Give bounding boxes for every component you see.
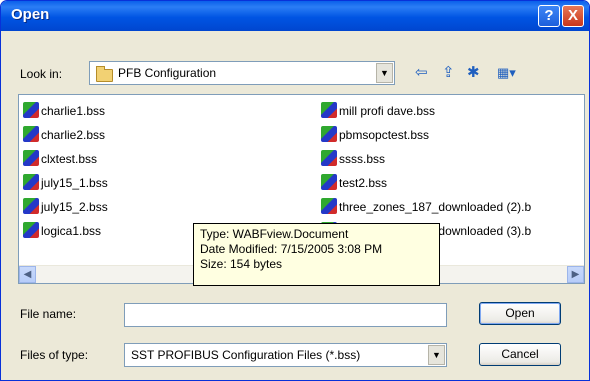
open-button[interactable]: Open [479, 302, 561, 325]
files-of-type-dropdown-arrow[interactable]: ▼ [428, 345, 445, 365]
document-icon [23, 174, 39, 190]
list-item-label: three_zones_187_downloaded (2).b [339, 200, 532, 214]
view-menu-icon[interactable]: ▦▾ [497, 65, 516, 81]
scroll-left-button[interactable]: ◀ [19, 266, 36, 283]
look-in-dropdown-arrow[interactable]: ▼ [376, 63, 393, 83]
up-one-level-icon[interactable]: ⇪ [442, 65, 455, 81]
list-item-label: july15_2.bss [41, 200, 108, 214]
document-icon [321, 126, 337, 142]
document-icon [23, 222, 39, 238]
list-item[interactable]: three_zones_187_downloaded (2).b [321, 198, 531, 216]
list-item[interactable]: pbmsopctest.bss [321, 126, 429, 144]
list-item-label: charlie1.bss [41, 104, 106, 118]
list-item[interactable]: july15_1.bss [23, 174, 108, 192]
open-dialog: Open ? X Look in: PFB Configuration ▼ ⇦ … [0, 0, 590, 381]
create-new-folder-icon[interactable]: ✱ [467, 65, 480, 81]
look-in-label: Look in: [20, 67, 63, 81]
document-icon [321, 150, 337, 166]
document-icon [23, 198, 39, 214]
list-item-label: ssss.bss [339, 152, 386, 166]
dialog-title: Open [11, 6, 50, 23]
files-of-type-label: Files of type: [20, 348, 89, 362]
folder-icon [96, 66, 113, 82]
list-item-label: charlie2.bss [41, 128, 106, 142]
file-info-tooltip: Type: WABFview.Document Date Modified: 7… [193, 223, 440, 286]
document-icon [23, 150, 39, 166]
title-bar[interactable]: Open ? X [1, 1, 589, 31]
scroll-right-button[interactable]: ▶ [567, 266, 584, 283]
document-icon [321, 174, 337, 190]
list-item-label: july15_1.bss [41, 176, 108, 190]
document-icon [321, 198, 337, 214]
document-icon [23, 102, 39, 118]
document-icon [321, 102, 337, 118]
files-of-type-combo[interactable]: SST PROFIBUS Configuration Files (*.bss)… [124, 343, 447, 367]
file-name-input[interactable] [124, 303, 447, 327]
list-item[interactable]: charlie1.bss [23, 102, 105, 120]
list-item[interactable]: test2.bss [321, 174, 387, 192]
list-item-label: clxtest.bss [41, 152, 98, 166]
list-item-label: pbmsopctest.bss [339, 128, 430, 142]
tooltip-size: Size: 154 bytes [200, 257, 283, 271]
close-button[interactable]: X [562, 5, 584, 27]
help-button[interactable]: ? [538, 5, 560, 27]
list-item-label: mill profi dave.bss [339, 104, 436, 118]
tooltip-type: Type: WABFview.Document [200, 227, 349, 241]
list-item[interactable]: charlie2.bss [23, 126, 105, 144]
list-item[interactable]: logica1.bss [23, 222, 101, 240]
list-item-label: logica1.bss [41, 224, 102, 238]
tooltip-date-modified: Date Modified: 7/15/2005 3:08 PM [200, 242, 383, 256]
look-in-value: PFB Configuration [118, 66, 217, 80]
list-item[interactable]: mill profi dave.bss [321, 102, 435, 120]
list-item[interactable]: ssss.bss [321, 150, 385, 168]
file-name-label: File name: [20, 307, 77, 321]
list-item-label: test2.bss [339, 176, 388, 190]
list-item[interactable]: clxtest.bss [23, 150, 97, 168]
look-in-combo[interactable]: PFB Configuration ▼ [89, 61, 395, 85]
back-arrow-icon[interactable]: ⇦ [415, 65, 428, 81]
document-icon [23, 126, 39, 142]
list-item[interactable]: july15_2.bss [23, 198, 108, 216]
cancel-button[interactable]: Cancel [479, 343, 561, 366]
files-of-type-value: SST PROFIBUS Configuration Files (*.bss) [131, 348, 361, 362]
